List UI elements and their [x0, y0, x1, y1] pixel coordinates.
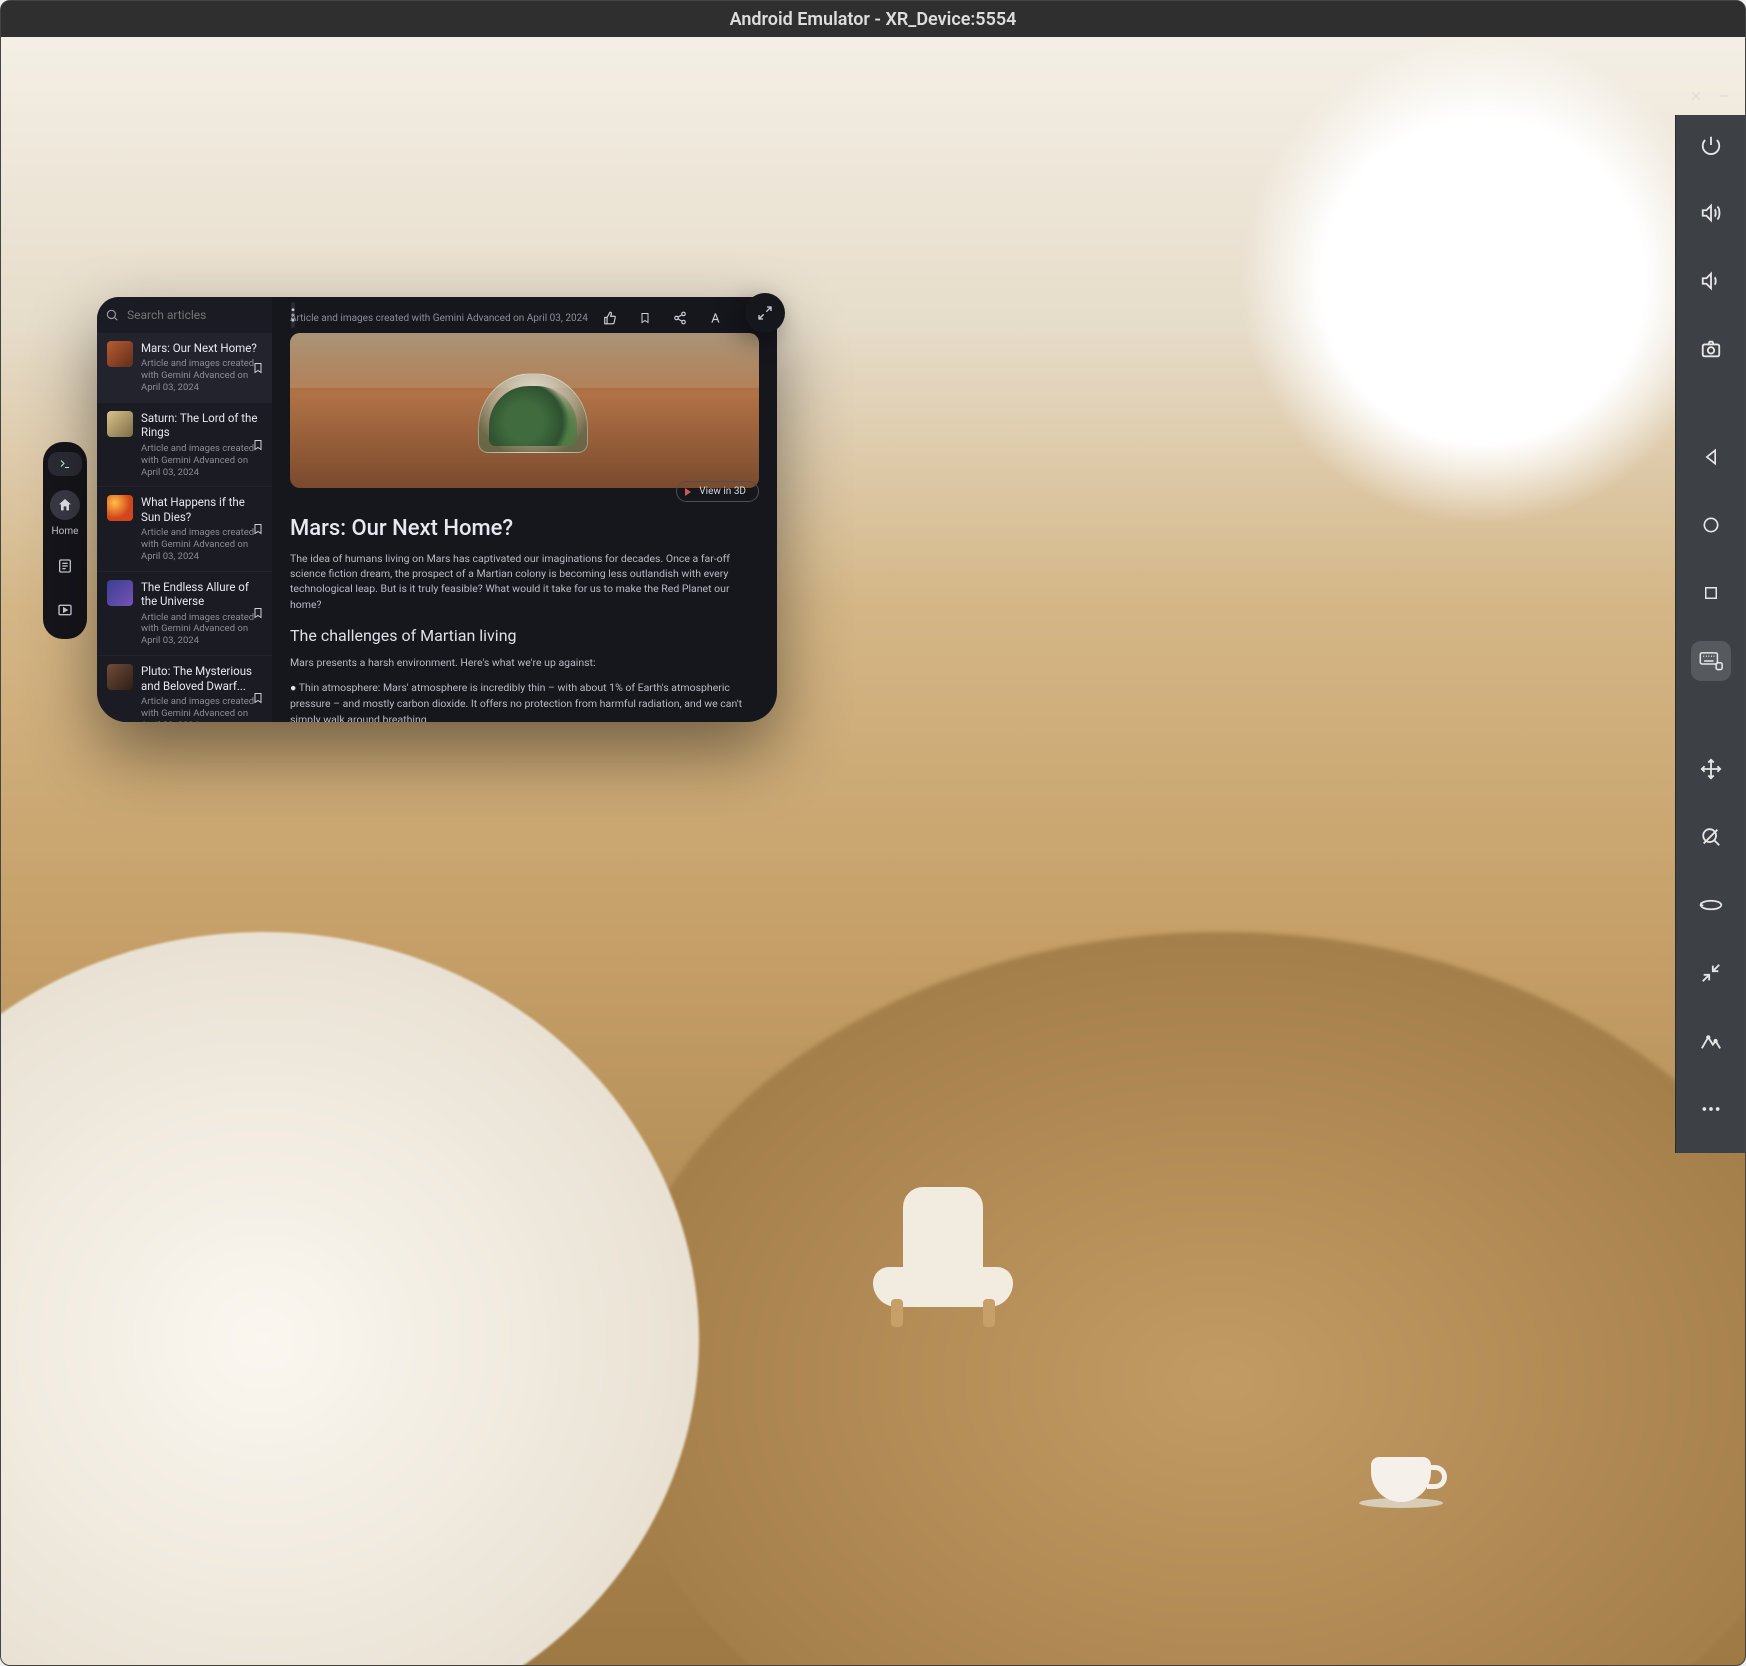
move-icon[interactable]: [1691, 749, 1731, 789]
articles-panel: Mars: Our Next Home? Article and images …: [97, 297, 777, 722]
rotate-icon[interactable]: [1691, 885, 1731, 925]
article-list-pane: Mars: Our Next Home? Article and images …: [97, 297, 272, 722]
list-item-meta: Article and images created with Gemini A…: [141, 612, 262, 648]
like-icon[interactable]: [603, 311, 617, 325]
list-item-meta: Article and images created with Gemini A…: [141, 358, 262, 394]
hero-dome: [478, 373, 588, 453]
mountain-icon[interactable]: [1691, 1021, 1731, 1061]
list-item-title: Saturn: The Lord of the Rings: [141, 411, 262, 440]
article-title: Mars: Our Next Home?: [290, 516, 759, 541]
bookmark-icon[interactable]: [252, 438, 264, 452]
article-lead: The idea of humans living on Mars has ca…: [290, 551, 759, 612]
app-dock: Home: [43, 442, 87, 639]
article-body: Mars presents a harsh environment. Here'…: [290, 655, 759, 670]
volume-up-icon[interactable]: [1691, 193, 1731, 233]
article-list: Mars: Our Next Home? Article and images …: [97, 333, 272, 722]
volume-down-icon[interactable]: [1691, 261, 1731, 301]
bookmark-icon[interactable]: [252, 606, 264, 620]
article-reader: Article and images created with Gemini A…: [272, 297, 777, 722]
env-cup: [1371, 1457, 1431, 1502]
list-item-title: The Endless Allure of the Universe: [141, 580, 262, 609]
article-bullet: ● Thin atmosphere: Mars' atmosphere is i…: [290, 680, 759, 722]
list-item-title: Pluto: The Mysterious and Beloved Dwarf.…: [141, 664, 262, 693]
hero-image: [290, 333, 759, 488]
list-item-title: What Happens if the Sun Dies?: [141, 495, 262, 524]
zoom-disabled-icon[interactable]: [1691, 817, 1731, 857]
list-item[interactable]: Pluto: The Mysterious and Beloved Dwarf.…: [97, 656, 272, 722]
list-item[interactable]: The Endless Allure of the Universe Artic…: [97, 572, 272, 656]
search-input[interactable]: [127, 308, 283, 322]
article-thumb: [107, 664, 133, 690]
close-icon[interactable]: [1689, 85, 1703, 107]
xr-environment: [1, 37, 1745, 1665]
list-item[interactable]: Mars: Our Next Home? Article and images …: [97, 333, 272, 403]
share-icon[interactable]: [673, 311, 687, 325]
power-icon[interactable]: [1691, 125, 1731, 165]
stage: Home: [1, 37, 1745, 1665]
article-thumb: [107, 495, 133, 521]
article-thumb: [107, 411, 133, 437]
dock-article-icon[interactable]: [50, 551, 80, 581]
bookmark-icon[interactable]: [252, 691, 264, 705]
window-title: Android Emulator - XR_Device:5554: [730, 9, 1017, 30]
bookmark-icon[interactable]: [252, 361, 264, 375]
bookmark-icon[interactable]: [639, 311, 651, 325]
collapse-icon[interactable]: [1691, 953, 1731, 993]
list-item-meta: Article and images created with Gemini A…: [141, 443, 262, 479]
text-size-icon[interactable]: [709, 311, 723, 325]
dock-home-label: Home: [52, 526, 79, 537]
reader-toolbar: Article and images created with Gemini A…: [290, 311, 759, 325]
minimize-icon[interactable]: [1717, 85, 1731, 107]
back-icon[interactable]: [1691, 437, 1731, 477]
view-3d-button[interactable]: View in 3D: [676, 481, 759, 502]
screenshot-icon[interactable]: [1691, 329, 1731, 369]
dock-home-button[interactable]: [50, 490, 80, 520]
list-item-title: Mars: Our Next Home?: [141, 341, 262, 355]
list-item[interactable]: What Happens if the Sun Dies? Article an…: [97, 487, 272, 571]
list-item-meta: Article and images created with Gemini A…: [141, 527, 262, 563]
emulator-toolbar: [1675, 115, 1745, 1153]
bookmark-icon[interactable]: [252, 522, 264, 536]
emulator-window: Android Emulator - XR_Device:5554 Home: [0, 0, 1746, 1666]
list-item-meta: Article and images created with Gemini A…: [141, 696, 262, 722]
search-bar: [97, 297, 272, 333]
overview-icon[interactable]: [1691, 573, 1731, 613]
env-chair: [873, 1197, 1013, 1307]
keyboard-input-icon[interactable]: [1691, 641, 1731, 681]
more-icon[interactable]: [1691, 1089, 1731, 1129]
title-bar: Android Emulator - XR_Device:5554: [1, 1, 1745, 37]
search-icon: [105, 308, 119, 322]
home-icon[interactable]: [1691, 505, 1731, 545]
dock-video-icon[interactable]: [50, 595, 80, 625]
reader-meta: Article and images created with Gemini A…: [290, 313, 588, 324]
article-thumb: [107, 341, 133, 367]
emulator-window-controls: [1675, 73, 1745, 119]
section-heading: The challenges of Martian living: [290, 626, 759, 645]
list-item[interactable]: Saturn: The Lord of the Rings Article an…: [97, 403, 272, 487]
dock-terminal-icon[interactable]: [48, 452, 82, 476]
article-thumb: [107, 580, 133, 606]
